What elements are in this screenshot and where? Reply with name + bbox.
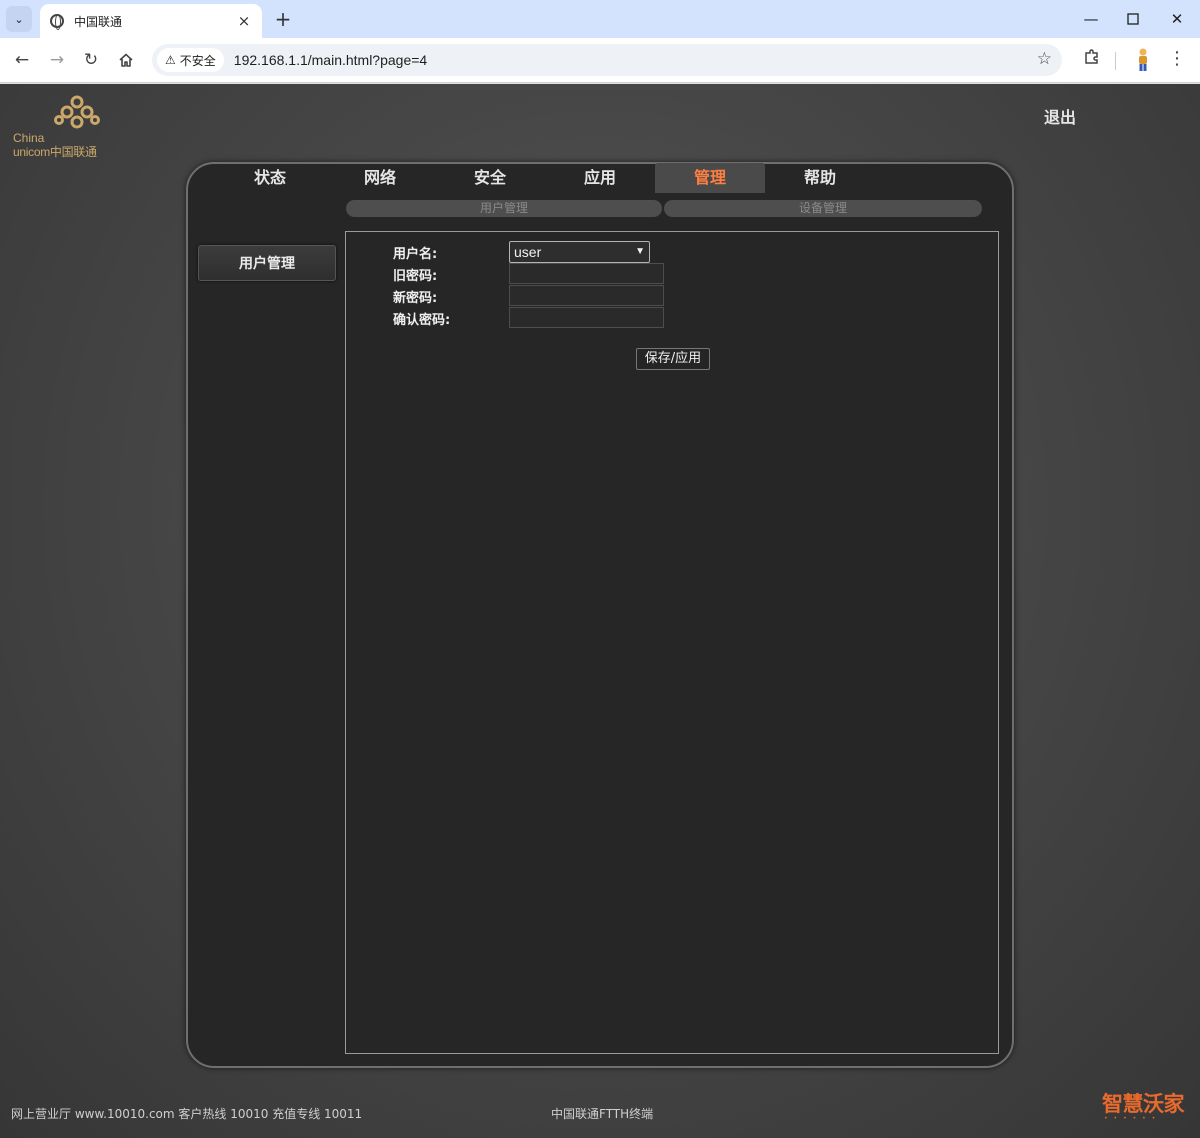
- close-icon[interactable]: ×: [236, 12, 252, 30]
- username-select[interactable]: user ▼: [509, 241, 650, 263]
- reload-icon[interactable]: ↻: [78, 47, 104, 73]
- toolbar-divider: [1115, 52, 1116, 70]
- save-apply-button[interactable]: 保存/应用: [636, 348, 710, 370]
- chevron-down-icon: ▼: [635, 246, 645, 257]
- new-tab-button[interactable]: +: [270, 7, 296, 33]
- tab-list-icon[interactable]: ⌄: [6, 6, 32, 32]
- tab-application[interactable]: 应用: [545, 163, 655, 193]
- window-close-icon[interactable]: ✕: [1154, 0, 1200, 38]
- tab-title: 中国联通: [74, 14, 123, 29]
- tab-security[interactable]: 安全: [435, 163, 545, 193]
- brand-logo-sub: ••••••: [1104, 1115, 1162, 1122]
- forward-icon[interactable]: →: [44, 47, 70, 73]
- unicom-logo: China unicom中国联通: [12, 94, 107, 159]
- brand-logo: 智慧沃家: [1102, 1092, 1185, 1116]
- subtab-device-management[interactable]: 设备管理: [664, 200, 982, 217]
- maximize-icon[interactable]: [1110, 0, 1156, 38]
- subtab-user-management[interactable]: 用户管理: [346, 200, 662, 217]
- tab-status[interactable]: 状态: [215, 163, 325, 193]
- minimize-icon[interactable]: —: [1068, 0, 1114, 38]
- globe-icon: [50, 14, 64, 30]
- username-label: 用户名:: [393, 247, 438, 262]
- router-page: China unicom中国联通 退出 状态 网络 安全 应用 管理 帮助 用户…: [0, 84, 1200, 1138]
- old-password-field[interactable]: [509, 263, 664, 284]
- tab-management[interactable]: 管理: [655, 163, 765, 193]
- logout-link[interactable]: 退出: [1044, 104, 1076, 128]
- logo-text-unicom: unicom中国联通: [13, 145, 97, 159]
- tab-strip: ⌄ 中国联通 × + — ✕: [0, 0, 1200, 38]
- new-password-label: 新密码:: [393, 291, 438, 306]
- confirm-password-field[interactable]: [509, 307, 664, 328]
- footer-contact: 网上营业厅 www.10010.com 客户热线 10010 充值专线 1001…: [11, 1107, 363, 1121]
- old-password-label: 旧密码:: [393, 269, 438, 284]
- tab-network[interactable]: 网络: [325, 163, 435, 193]
- unicom-knot-icon: [54, 95, 100, 129]
- browser-tab[interactable]: 中国联通 ×: [40, 4, 262, 38]
- confirm-password-label: 确认密码:: [393, 313, 451, 328]
- tab-help[interactable]: 帮助: [765, 163, 875, 193]
- sidebar-item-user-management[interactable]: 用户管理: [198, 245, 336, 281]
- footer-product: 中国联通FTTH终端: [551, 1107, 654, 1121]
- content-panel: 用户名: user ▼ 旧密码: 新密码: 确认密码: 保存/应用: [345, 231, 999, 1054]
- extensions-icon[interactable]: [1081, 48, 1103, 70]
- profile-icon[interactable]: [1131, 46, 1155, 74]
- home-icon[interactable]: [113, 47, 139, 73]
- security-label: 不安全: [179, 53, 216, 68]
- browser-toolbar: ← → ↻ ⚠ 不安全 192.168.1.1/main.html?page=4…: [0, 38, 1200, 83]
- url-text[interactable]: 192.168.1.1/main.html?page=4: [234, 52, 427, 68]
- menu-icon[interactable]: ⋮: [1166, 46, 1188, 74]
- star-icon[interactable]: ☆: [1037, 49, 1052, 69]
- username-select-value: user: [514, 244, 542, 260]
- security-chip[interactable]: ⚠ 不安全: [157, 48, 224, 72]
- new-password-field[interactable]: [509, 285, 664, 306]
- warning-icon: ⚠: [165, 53, 176, 67]
- back-icon[interactable]: ←: [9, 47, 35, 73]
- address-bar[interactable]: ⚠ 不安全 192.168.1.1/main.html?page=4 ☆: [152, 44, 1062, 76]
